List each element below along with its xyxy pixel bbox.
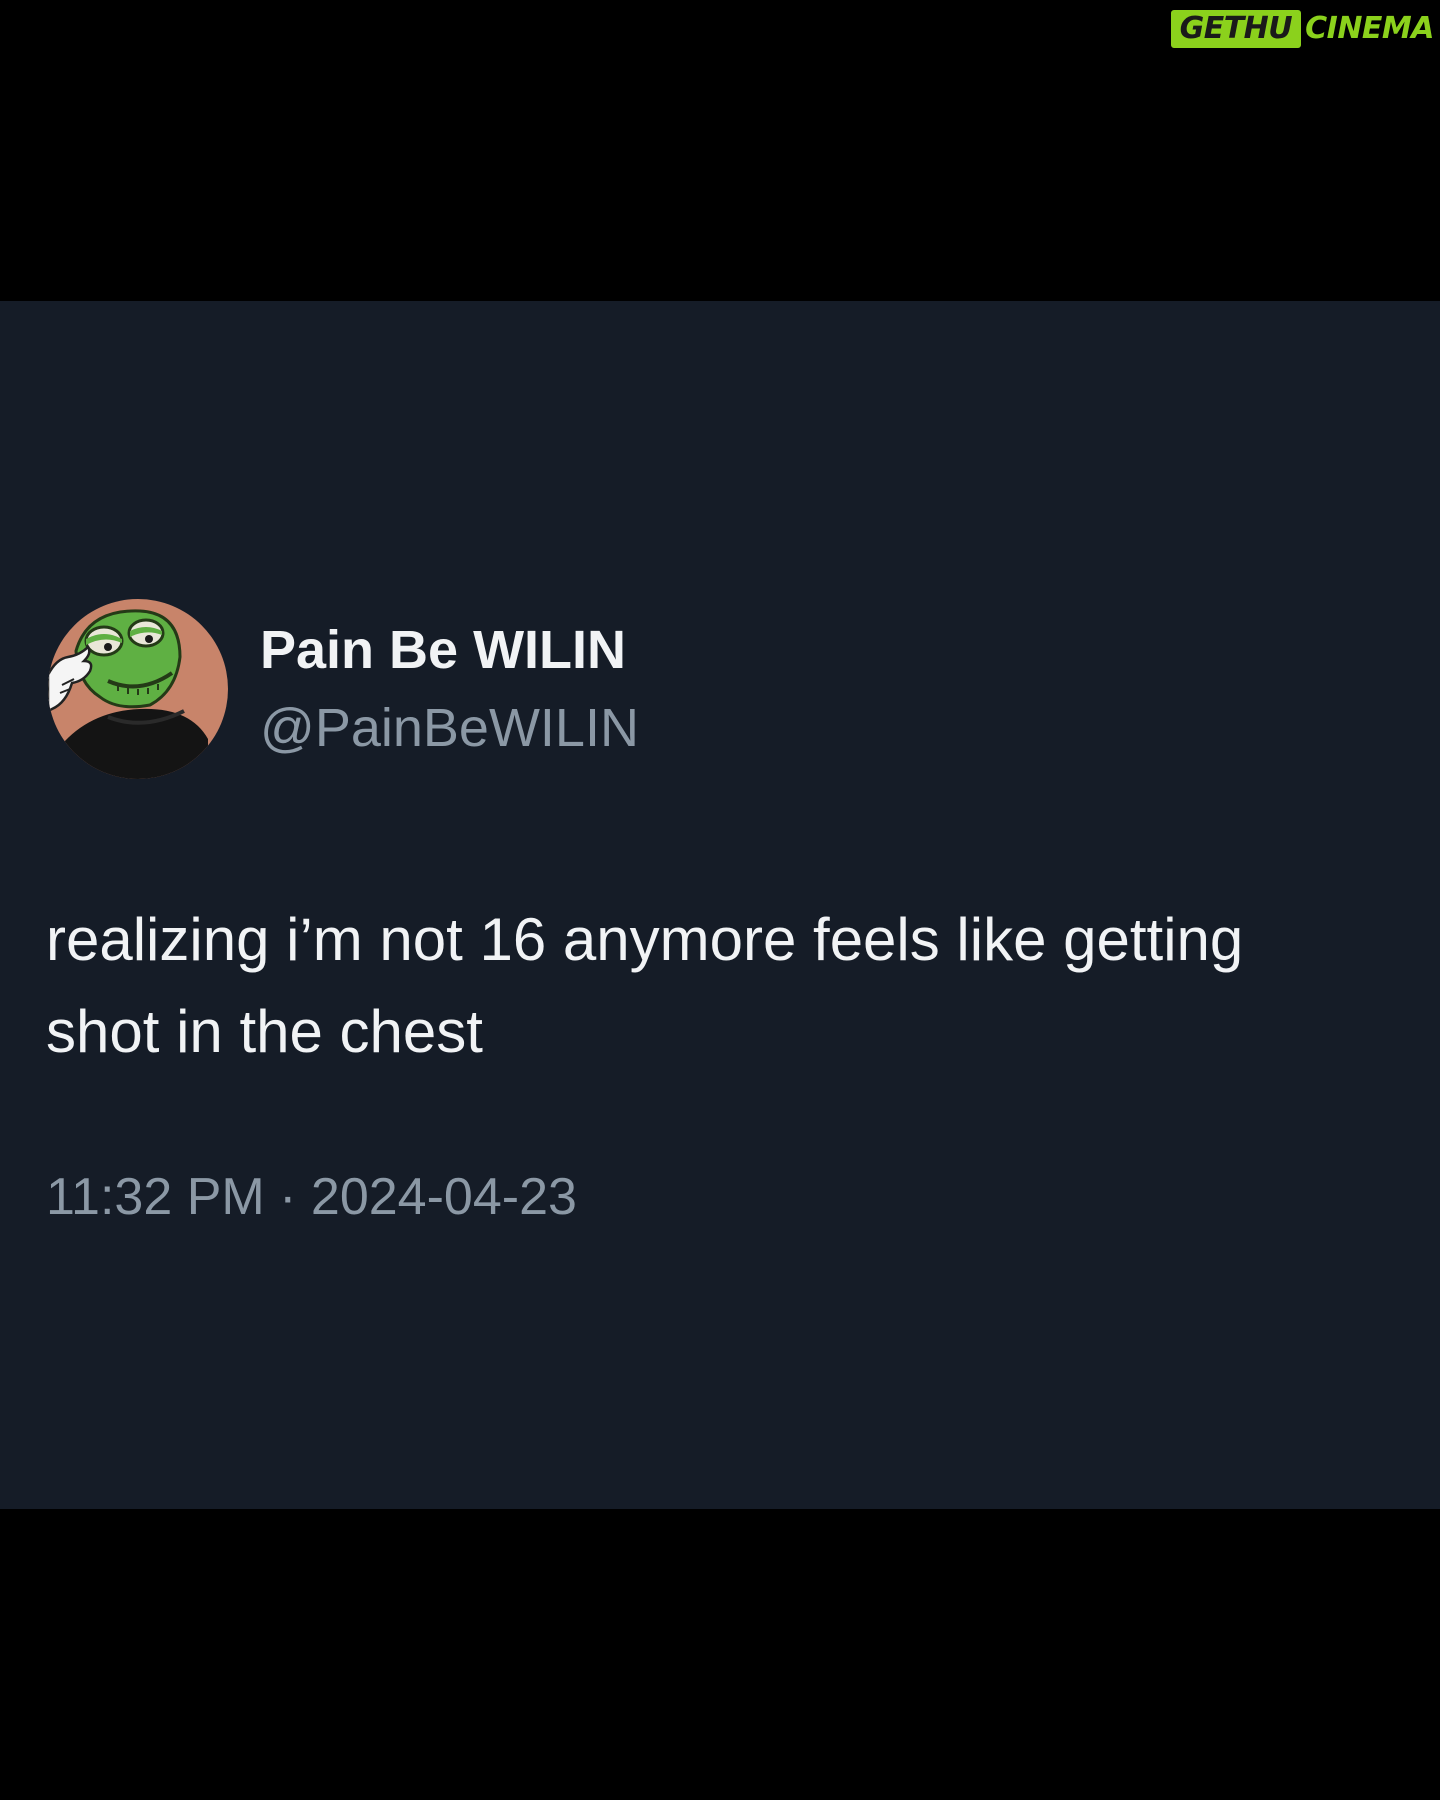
- watermark-part-2: CINEMA: [1305, 11, 1434, 46]
- frog-avatar-icon: [48, 609, 208, 779]
- tweet-text: realizing i’m not 16 anymore feels like …: [46, 906, 1244, 1065]
- watermark-part-1: GETHU: [1170, 10, 1302, 48]
- watermark-logo: GETHU CINEMA: [1170, 10, 1434, 48]
- avatar[interactable]: [48, 599, 228, 779]
- display-name[interactable]: Pain Be WILIN: [260, 618, 626, 682]
- tweet-card: Pain Be WILIN @PainBeWILIN realizing i’m…: [0, 301, 1440, 1509]
- tweet-timestamp[interactable]: 11:32 PM · 2024-04-23: [46, 1165, 577, 1229]
- user-handle[interactable]: @PainBeWILIN: [260, 696, 639, 760]
